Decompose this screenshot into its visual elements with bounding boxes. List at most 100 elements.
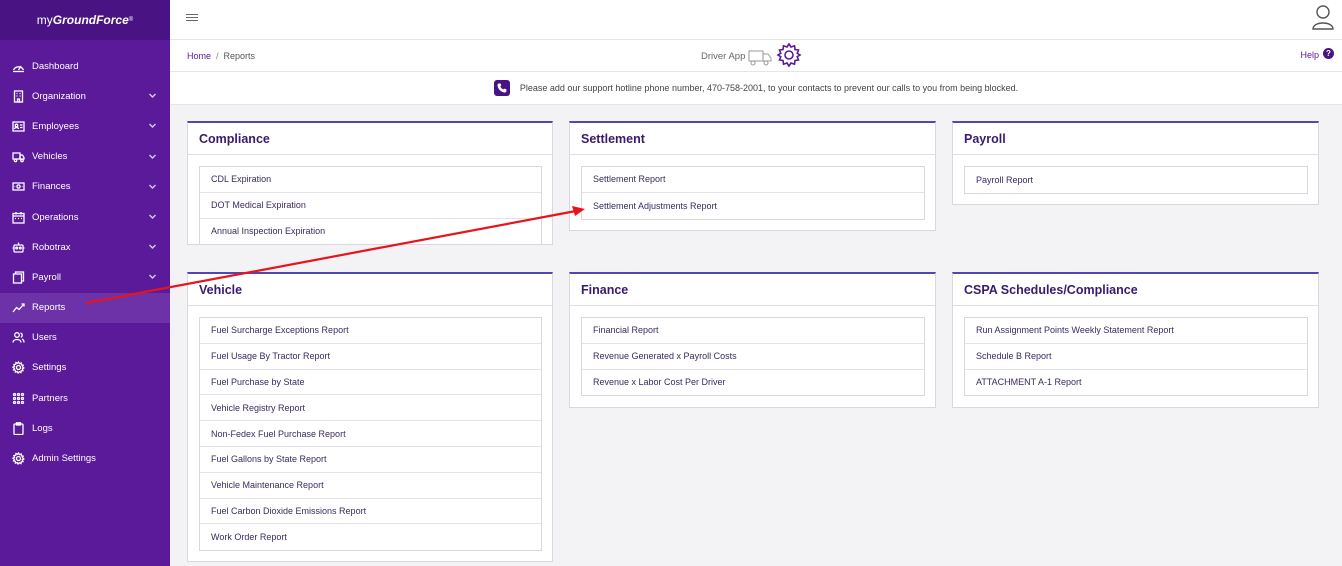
report-link[interactable]: Fuel Surcharge Exceptions Report — [200, 318, 541, 344]
admin-gear-icon — [11, 452, 25, 466]
sidebar-item-finances[interactable]: Finances — [0, 172, 170, 202]
users-icon — [11, 331, 25, 345]
card-list: Payroll Report — [964, 166, 1308, 194]
payroll-icon — [11, 270, 25, 284]
clipboard-icon — [11, 421, 25, 435]
card-vehicle: Vehicle Fuel Surcharge Exceptions Report… — [187, 272, 553, 562]
user-profile-icon[interactable] — [1312, 4, 1334, 30]
report-link[interactable]: ATTACHMENT A-1 Report — [965, 370, 1307, 396]
report-link[interactable]: Revenue x Labor Cost Per Driver — [582, 370, 924, 396]
breadcrumb-bar: Home / Reports Driver App Help? — [170, 40, 1342, 72]
brand-part2: GroundForce — [52, 13, 129, 27]
report-link[interactable]: Annual Inspection Expiration — [200, 219, 541, 245]
building-icon — [11, 89, 25, 103]
driver-app-label: Driver App — [701, 51, 746, 62]
report-link[interactable]: Financial Report — [582, 318, 924, 344]
sidebar-item-label: Admin Settings — [32, 453, 96, 465]
report-link[interactable]: CDL Expiration — [200, 167, 541, 193]
card-title: Vehicle — [188, 274, 552, 306]
sidebar-item-label: Robotrax — [32, 241, 71, 253]
support-notice-text: Please add our support hotline phone num… — [519, 83, 1019, 93]
brand-logo[interactable]: my GroundForce ® — [0, 0, 170, 40]
sidebar-item-operations[interactable]: Operations — [0, 202, 170, 232]
breadcrumb-current: Reports — [223, 51, 256, 61]
sidebar-item-label: Payroll — [32, 271, 62, 283]
sidebar-item-vehicles[interactable]: Vehicles — [0, 142, 170, 172]
chevron-down-icon[interactable] — [148, 121, 158, 131]
card-settlement: Settlement Settlement Report Settlement A… — [569, 121, 936, 231]
report-link[interactable]: Settlement Adjustments Report — [582, 193, 924, 219]
report-link[interactable]: Vehicle Maintenance Report — [200, 473, 541, 499]
help-question-icon: ? — [1323, 47, 1334, 59]
calendar-icon — [11, 210, 25, 224]
sidebar-item-reports[interactable]: Reports — [0, 292, 170, 323]
sidebar-item-label: Logs — [32, 422, 53, 434]
sidebar-item-payroll[interactable]: Payroll — [0, 262, 170, 292]
chevron-down-icon[interactable] — [148, 91, 158, 101]
report-link[interactable]: Settlement Report — [582, 167, 924, 193]
sidebar-item-label: Users — [32, 332, 57, 344]
breadcrumb: Home / Reports — [187, 51, 255, 61]
id-card-icon — [11, 119, 25, 133]
sidebar-item-label: Vehicles — [32, 151, 68, 163]
topbar — [170, 0, 1342, 40]
report-link[interactable]: Schedule B Report — [965, 344, 1307, 370]
money-icon — [11, 180, 25, 194]
chevron-down-icon[interactable] — [148, 272, 158, 282]
sidebar-item-label: Partners — [32, 392, 68, 404]
chevron-down-icon[interactable] — [148, 212, 158, 222]
phone-icon — [493, 80, 510, 96]
truck-icon — [11, 150, 25, 164]
sidebar-item-organization[interactable]: Organization — [0, 81, 170, 111]
card-list: Financial Report Revenue Generated x Payr… — [581, 317, 925, 397]
breadcrumb-home-link[interactable]: Home — [187, 51, 211, 61]
sidebar-item-label: Organization — [32, 90, 86, 102]
report-link[interactable]: Fuel Usage By Tractor Report — [200, 344, 541, 370]
report-link[interactable]: Fuel Gallons by State Report — [200, 447, 541, 473]
card-cspa-schedules: CSPA Schedules/Compliance Run Assignment… — [952, 272, 1319, 408]
chevron-down-icon[interactable] — [148, 242, 158, 252]
report-link[interactable]: Non-Fedex Fuel Purchase Report — [200, 421, 541, 447]
sidebar-item-users[interactable]: Users — [0, 323, 170, 353]
help-link[interactable]: Help? — [1300, 47, 1334, 60]
sidebar-item-partners[interactable]: Partners — [0, 383, 170, 413]
sidebar-item-robotrax[interactable]: Robotrax — [0, 232, 170, 262]
driver-app-button[interactable]: Driver App — [701, 42, 802, 71]
report-link[interactable]: Fuel Carbon Dioxide Emissions Report — [200, 499, 541, 525]
sidebar-item-label: Operations — [32, 211, 79, 223]
report-link[interactable]: Vehicle Registry Report — [200, 395, 541, 422]
chevron-down-icon[interactable] — [148, 182, 158, 192]
sidebar-item-label: Dashboard — [32, 60, 79, 72]
report-link[interactable]: Work Order Report — [200, 524, 541, 550]
card-list: Settlement Report Settlement Adjustments … — [581, 166, 925, 220]
sidebar-item-label: Employees — [32, 120, 79, 132]
report-link[interactable]: Fuel Purchase by State — [200, 370, 541, 396]
sidebar-item-settings[interactable]: Settings — [0, 353, 170, 383]
report-link[interactable]: Revenue Generated x Payroll Costs — [582, 344, 924, 370]
sidebar-item-label: Finances — [32, 181, 71, 193]
card-compliance: Compliance CDL Expiration DOT Medical Exp… — [187, 121, 553, 246]
card-finance: Finance Financial Report Revenue Generate… — [569, 272, 936, 408]
card-title: Payroll — [953, 123, 1318, 155]
help-label: Help — [1300, 50, 1319, 60]
sidebar-nav: Dashboard Organization Employees Vehicles Fi… — [0, 40, 170, 474]
gear-icon — [11, 361, 25, 375]
sidebar-item-admin-settings[interactable]: Admin Settings — [0, 443, 170, 473]
report-link[interactable]: DOT Medical Expiration — [200, 193, 541, 219]
sidebar-item-label: Settings — [32, 362, 67, 374]
report-link[interactable]: Payroll Report — [965, 167, 1307, 193]
card-title: CSPA Schedules/Compliance — [953, 274, 1318, 306]
sidebar-item-label: Reports — [32, 302, 66, 314]
sidebar-item-dashboard[interactable]: Dashboard — [0, 51, 170, 81]
brand-mark: ® — [128, 17, 134, 23]
chevron-down-icon[interactable] — [148, 152, 158, 162]
support-notice: Please add our support hotline phone num… — [170, 72, 1342, 105]
sidebar-item-logs[interactable]: Logs — [0, 413, 170, 443]
chart-icon — [11, 301, 25, 315]
sidebar: my GroundForce ® Dashboard Organization Empl… — [0, 0, 170, 566]
card-list: CDL Expiration DOT Medical Expiration Annu… — [199, 166, 542, 246]
sidebar-item-employees[interactable]: Employees — [0, 111, 170, 141]
driver-app-gear-icon[interactable] — [772, 42, 802, 71]
hamburger-menu-icon[interactable] — [186, 12, 198, 24]
report-link[interactable]: Run Assignment Points Weekly Statement R… — [965, 318, 1307, 344]
